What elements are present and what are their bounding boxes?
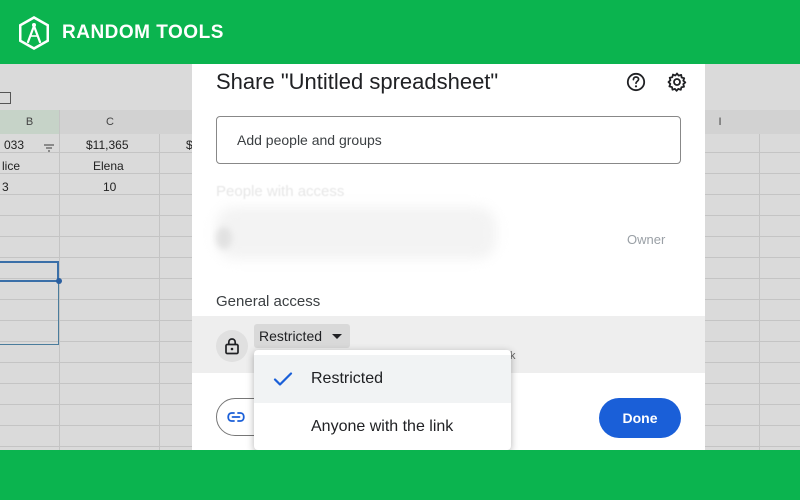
people-with-access-heading: People with access (216, 183, 345, 200)
lock-icon (225, 338, 239, 355)
dropdown-option-label: Restricted (311, 370, 384, 387)
compass-hexagon-icon (19, 16, 49, 50)
person-row-redacted (216, 207, 496, 259)
dropdown-option-restricted[interactable]: Restricted (254, 355, 511, 403)
brand-name: RANDOM TOOLS (62, 22, 224, 43)
access-dropdown-menu: Restricted Anyone with the link (254, 350, 511, 450)
brand-banner-top: RANDOM TOOLS (0, 0, 800, 64)
dropdown-option-label: Anyone with the link (311, 418, 454, 435)
cell-b2[interactable]: 033 (4, 134, 24, 155)
cell-b3[interactable]: lice (2, 155, 20, 176)
link-icon (227, 412, 245, 422)
cell-c2[interactable]: $11,365 (86, 134, 129, 155)
dialog-title: Share "Untitled spreadsheet" (216, 69, 499, 94)
column-header-b[interactable]: B (0, 110, 59, 134)
active-cell[interactable] (0, 261, 59, 282)
column-header-i[interactable]: I (705, 110, 735, 134)
help-icon[interactable] (626, 72, 646, 92)
access-level-select[interactable]: Restricted (254, 324, 351, 348)
column-header-j[interactable] (735, 110, 800, 134)
avatar (216, 227, 232, 249)
cell-c4[interactable]: 10 (103, 176, 116, 197)
lock-badge (216, 330, 248, 362)
done-button[interactable]: Done (599, 398, 681, 438)
access-level-value: Restricted (259, 328, 323, 344)
check-icon (273, 372, 293, 386)
brand-banner-bottom (0, 450, 800, 500)
dropdown-option-anyone-with-link[interactable]: Anyone with the link (254, 403, 511, 450)
owner-label: Owner (627, 232, 666, 247)
fill-handle[interactable] (56, 278, 62, 284)
brand: RANDOM TOOLS (16, 15, 224, 51)
add-people-input[interactable] (216, 116, 681, 164)
column-header-d[interactable] (160, 110, 192, 134)
cell-b4[interactable]: 3 (2, 176, 9, 197)
filter-icon[interactable] (44, 144, 54, 152)
toolbar-icon[interactable] (0, 92, 11, 104)
column-header-c[interactable]: C (60, 110, 160, 134)
general-access-heading: General access (216, 293, 321, 310)
chevron-down-icon (332, 334, 343, 339)
cell-c3[interactable]: Elena (93, 155, 124, 176)
settings-icon[interactable] (667, 72, 687, 92)
